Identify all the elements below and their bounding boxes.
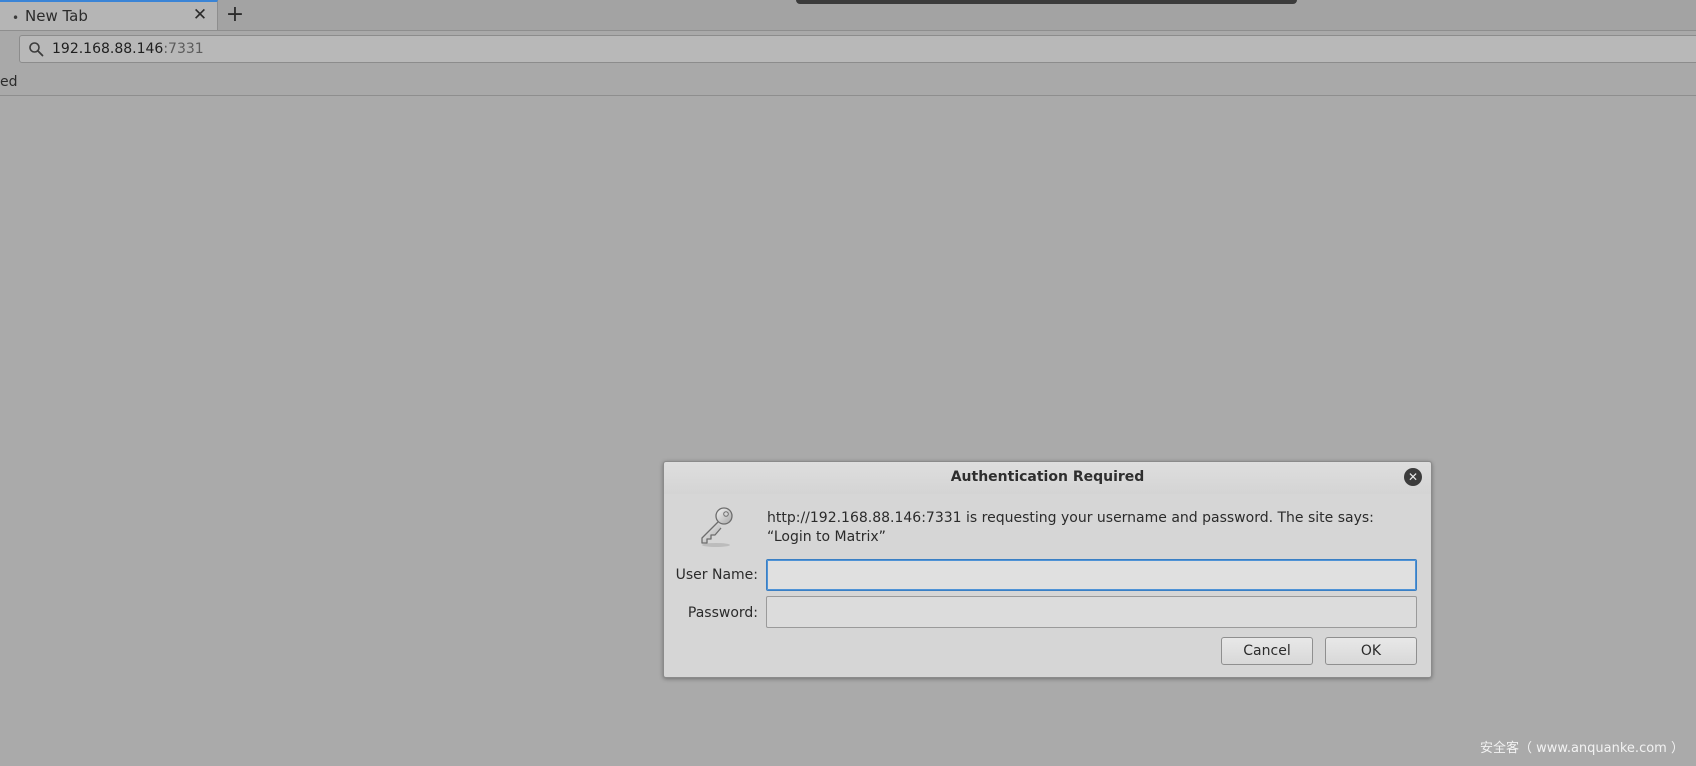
url-host: 192.168.88.146 (52, 41, 164, 57)
notification-bar (796, 0, 1297, 4)
password-label: Password: (687, 605, 758, 621)
ok-button[interactable]: OK (1325, 637, 1417, 665)
browser-window: • New Tab ✕ + 192.168.88.146:7331 ed Aut… (0, 0, 1696, 766)
plus-icon[interactable]: + (224, 2, 246, 27)
tab-strip: • New Tab ✕ + (0, 0, 1696, 31)
bookmark-item[interactable]: ed (0, 74, 18, 90)
dialog-message: http://192.168.88.146:7331 is requesting… (767, 510, 1374, 545)
nav-bar: 192.168.88.146:7331 (0, 31, 1696, 67)
dialog-titlebar: Authentication Required ✕ (664, 462, 1431, 494)
key-icon (701, 507, 733, 547)
cancel-button[interactable]: Cancel (1221, 637, 1313, 665)
username-label: User Name: (675, 567, 758, 583)
search-icon (29, 42, 44, 57)
tab-new-tab[interactable]: • New Tab ✕ (0, 0, 218, 30)
url-port: :7331 (163, 41, 204, 57)
username-field[interactable] (766, 559, 1417, 591)
bookmarks-bar: ed (0, 67, 1696, 96)
close-icon[interactable]: ✕ (191, 5, 209, 25)
watermark-text: 安全客（ www.anquanke.com ） (1480, 741, 1684, 756)
auth-dialog: Authentication Required ✕ http://192.168… (663, 461, 1432, 678)
url-bar[interactable]: 192.168.88.146:7331 (19, 35, 1696, 63)
password-field[interactable] (766, 596, 1417, 628)
url-text: 192.168.88.146:7331 (52, 41, 204, 57)
tab-indicator: • (12, 11, 20, 25)
dialog-title: Authentication Required (950, 469, 1145, 485)
dialog-close-icon[interactable]: ✕ (1404, 468, 1422, 486)
tab-title: New Tab (25, 7, 88, 25)
